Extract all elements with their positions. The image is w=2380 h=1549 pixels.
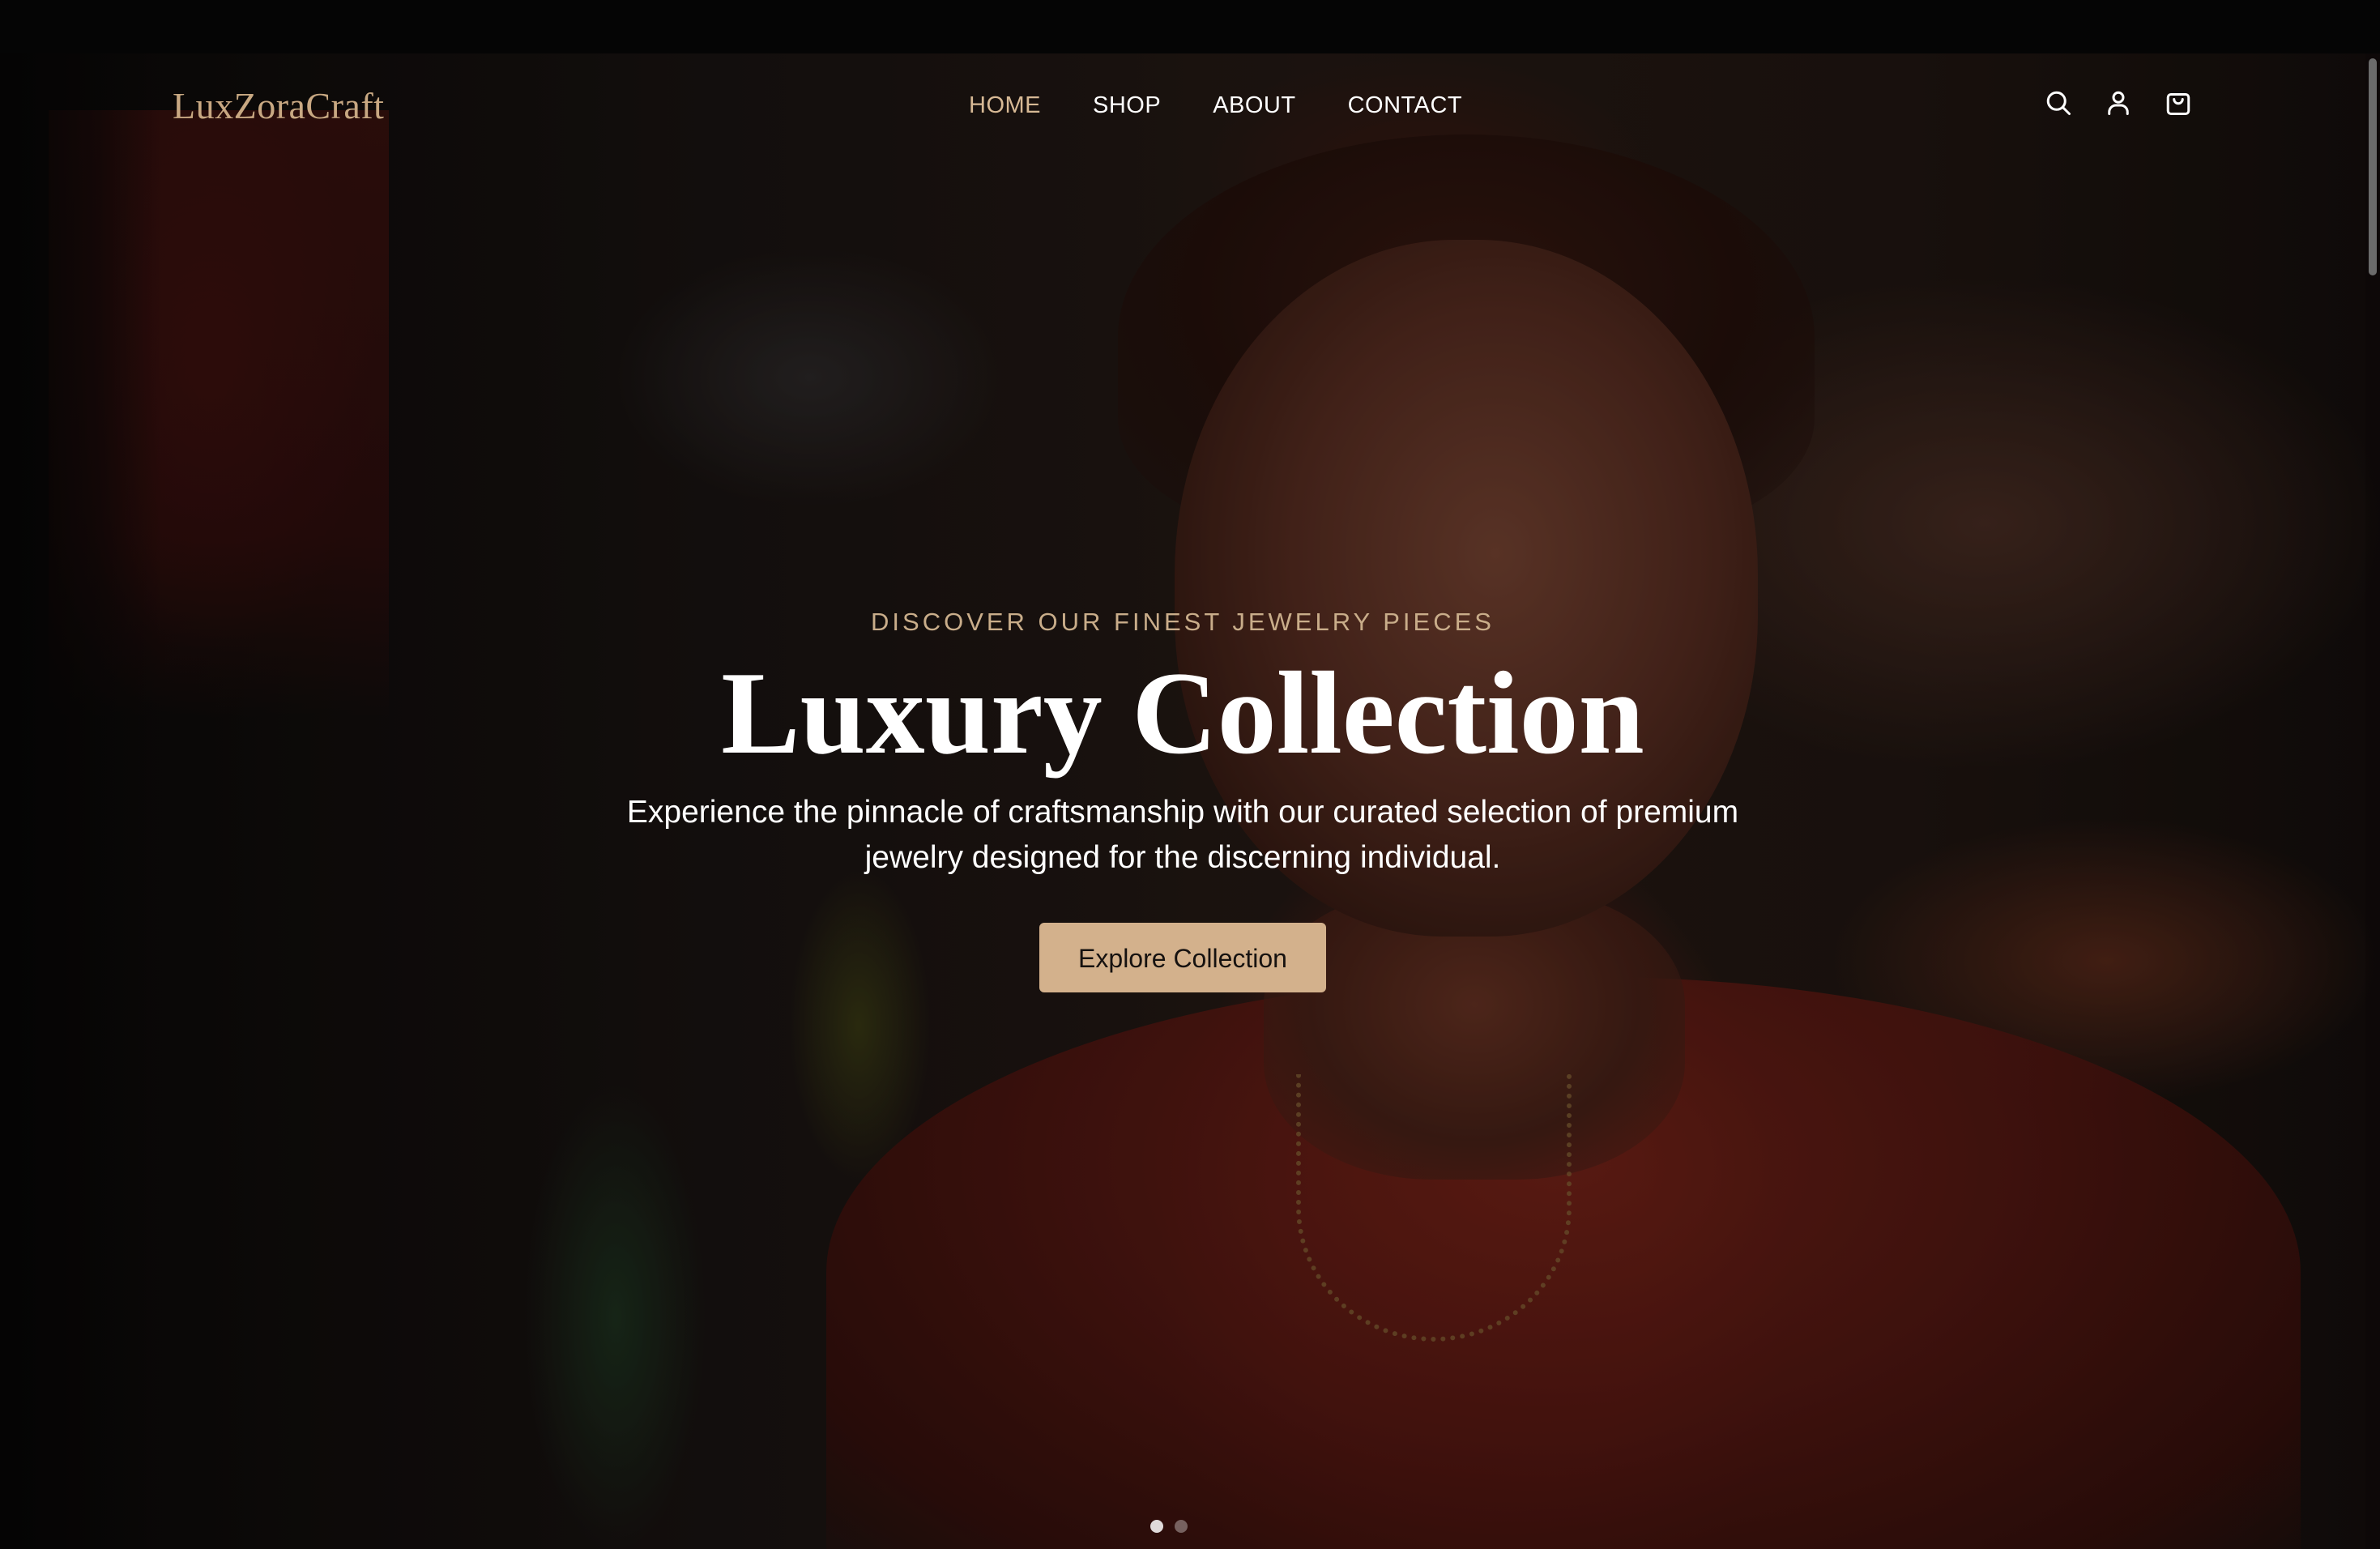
site-header: LuxZoraCraft HOME SHOP ABOUT CONTACT: [0, 53, 2380, 159]
nav-link-home[interactable]: HOME: [969, 92, 1041, 119]
nav-link-shop[interactable]: SHOP: [1093, 92, 1161, 119]
page-scrollbar[interactable]: [2365, 53, 2380, 1549]
hero-description: Experience the pinnacle of craftsmanship…: [626, 795, 1739, 876]
hero-eyebrow: DISCOVER OUR FINEST JEWELRY PIECES: [871, 608, 1495, 636]
hero-title: Luxury Collection: [721, 647, 1644, 779]
scrollbar-thumb[interactable]: [2369, 58, 2377, 275]
explore-collection-button[interactable]: Explore Collection: [1039, 923, 1326, 993]
search-icon[interactable]: [2043, 87, 2074, 118]
hero-content: DISCOVER OUR FINEST JEWELRY PIECES Luxur…: [486, 608, 1879, 993]
nav-link-about[interactable]: ABOUT: [1213, 92, 1295, 119]
browser-top-bar: [0, 0, 2380, 53]
main-nav: HOME SHOP ABOUT CONTACT: [969, 92, 1462, 119]
shopping-bag-icon[interactable]: [2163, 87, 2194, 118]
nav-link-contact[interactable]: CONTACT: [1348, 92, 1463, 119]
site-logo[interactable]: LuxZoraCraft: [173, 84, 384, 127]
user-icon[interactable]: [2103, 87, 2134, 118]
carousel-dot-1[interactable]: [1150, 1520, 1163, 1533]
carousel-dots: [1150, 1520, 1188, 1533]
header-actions: [2043, 87, 2194, 118]
carousel-dot-2[interactable]: [1175, 1520, 1188, 1533]
